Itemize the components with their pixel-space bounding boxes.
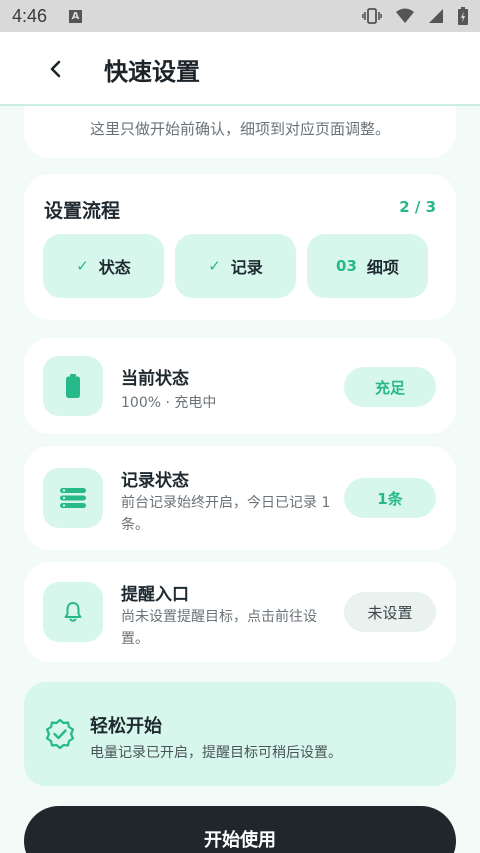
step-label: 细项 — [366, 258, 399, 277]
setup-flow-card: 设置流程 2 / 3 ✓ 状态 ✓ 记录 03 细项 — [24, 174, 456, 320]
scroll-content[interactable]: 这里只做开始前确认，细项到对应页面调整。 设置流程 2 / 3 ✓ 状态 ✓ 记… — [0, 106, 480, 853]
current-status-card[interactable]: 当前状态 100% · 充电中 充足 — [24, 338, 456, 434]
vibrate-icon — [362, 8, 382, 24]
count-badge: 1条 — [344, 478, 436, 518]
card-subtitle: 100% · 充电中 — [121, 395, 217, 411]
start-button[interactable]: 开始使用 — [24, 806, 456, 853]
battery-icon — [66, 374, 80, 398]
card-subtitle: 尚未设置提醒目标，点击前往设置。 — [121, 609, 317, 647]
signal-icon — [429, 9, 443, 23]
chevron-left-icon — [50, 60, 61, 78]
step-label: 记录 — [230, 258, 263, 277]
bell-icon — [64, 602, 82, 622]
status-badge: 充足 — [344, 367, 436, 407]
easy-start-subtitle: 电量记录已开启，提醒目标可稍后设置。 — [90, 745, 342, 761]
status-time: 4:46 — [12, 5, 48, 26]
step-label: 状态 — [98, 258, 131, 277]
back-button[interactable] — [44, 56, 66, 82]
check-icon: ✓ — [76, 257, 89, 275]
flow-steps: ✓ 状态 ✓ 记录 03 细项 — [43, 234, 428, 298]
card-subtitle: 前台记录始终开启，今日已记录 1 条。 — [121, 495, 331, 533]
status-icons — [362, 7, 468, 25]
check-icon: ✓ — [208, 257, 221, 275]
notification-icon: A — [69, 9, 83, 23]
verified-badge-icon — [45, 718, 75, 750]
step-status[interactable]: ✓ 状态 — [43, 234, 164, 298]
intro-card: 这里只做开始前确认，细项到对应页面调整。 — [24, 106, 456, 158]
battery-icon-box — [43, 356, 103, 416]
app-bar: 快速设置 — [0, 32, 480, 106]
battery-charging-icon — [458, 7, 468, 25]
step-record[interactable]: ✓ 记录 — [175, 234, 296, 298]
flow-progress: 2 / 3 — [399, 198, 436, 216]
page-title: 快速设置 — [104, 58, 200, 86]
bell-icon-box — [43, 582, 103, 642]
list-icon — [60, 488, 86, 508]
step-details[interactable]: 03 细项 — [307, 234, 428, 298]
record-status-card[interactable]: 记录状态 前台记录始终开启，今日已记录 1 条。 1条 — [24, 446, 456, 550]
status-bar: 4:46 A — [0, 0, 480, 32]
card-title: 记录状态 — [121, 471, 189, 491]
list-icon-box — [43, 468, 103, 528]
step-number: 03 — [336, 257, 357, 275]
reminder-entry-card[interactable]: 提醒入口 尚未设置提醒目标，点击前往设置。 未设置 — [24, 562, 456, 662]
wifi-icon — [396, 8, 414, 23]
status-badge: 未设置 — [344, 592, 436, 632]
easy-start-title: 轻松开始 — [90, 716, 162, 737]
easy-start-card: 轻松开始 电量记录已开启，提醒目标可稍后设置。 — [24, 682, 456, 786]
card-title: 当前状态 — [121, 369, 189, 389]
card-title: 提醒入口 — [121, 585, 189, 605]
intro-text: 这里只做开始前确认，细项到对应页面调整。 — [89, 120, 390, 138]
flow-title: 设置流程 — [44, 200, 121, 222]
